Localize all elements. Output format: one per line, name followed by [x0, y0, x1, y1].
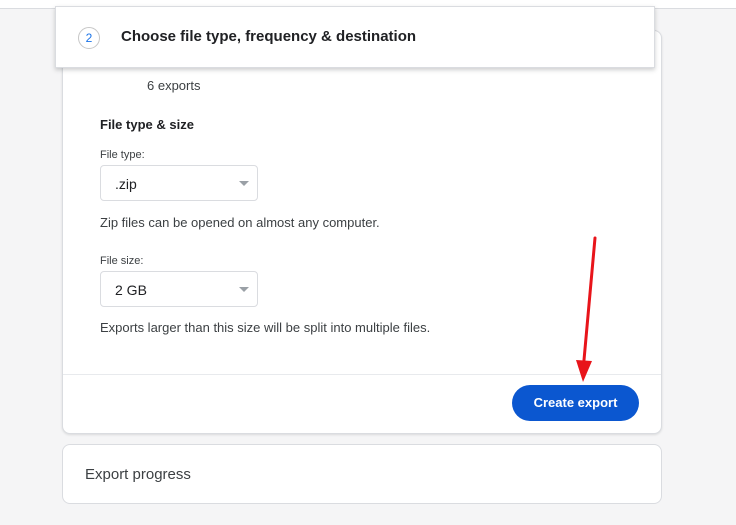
file-type-select[interactable]: .zip [100, 165, 258, 201]
step-title: Choose file type, frequency & destinatio… [121, 28, 417, 45]
file-type-label: File type: [100, 149, 145, 161]
chevron-down-icon [239, 181, 249, 186]
file-size-value: 2 GB [115, 282, 147, 298]
file-section-heading: File type & size [100, 117, 194, 132]
annotation-arrow [576, 236, 597, 382]
file-type-help: Zip files can be opened on almost any co… [100, 215, 380, 230]
file-type-value: .zip [115, 176, 137, 192]
export-progress-title: Export progress [85, 466, 191, 483]
chevron-down-icon [239, 287, 249, 292]
file-size-select[interactable]: 2 GB [100, 271, 258, 307]
step-number-badge: 2 [78, 27, 100, 49]
create-export-button[interactable]: Create export [512, 385, 639, 421]
export-progress-card[interactable]: Export progress [62, 444, 662, 504]
file-size-help: Exports larger than this size will be sp… [100, 320, 431, 335]
exports-count: 6 exports [147, 78, 201, 93]
step-header[interactable]: 2 Choose file type, frequency & destinat… [55, 6, 655, 68]
file-size-label: File size: [100, 255, 144, 267]
